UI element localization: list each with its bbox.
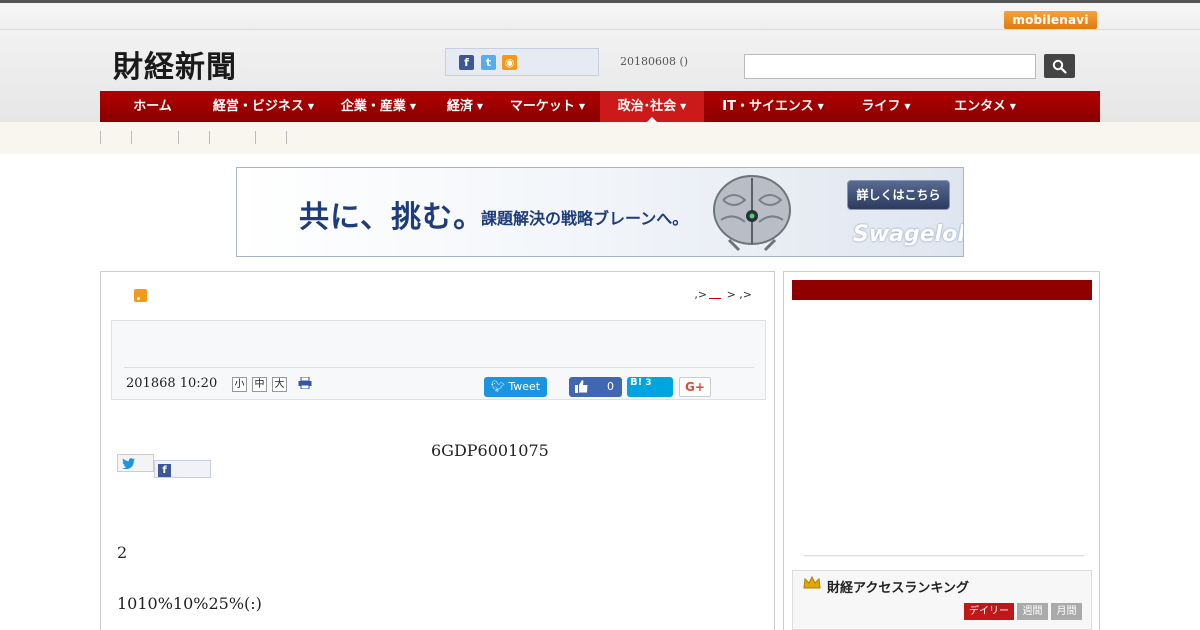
tab-weekly[interactable]: 週間	[1017, 603, 1048, 620]
chevron-down-icon: ▼	[680, 102, 687, 111]
chevron-down-icon: ▼	[409, 102, 417, 111]
like-count: 0	[607, 380, 614, 393]
crown-icon	[803, 576, 821, 589]
divider	[209, 131, 210, 144]
rss-icon[interactable]	[134, 289, 147, 302]
rss-icon[interactable]: ◉	[502, 55, 517, 70]
social-links: f t ◉	[445, 48, 599, 76]
divider	[255, 131, 256, 144]
chevron-down-icon: ▼	[904, 102, 911, 111]
nav-item-label: マーケット	[509, 99, 575, 114]
side-facebook-button[interactable]: f	[154, 460, 211, 478]
ad-banner[interactable]: 共に、挑む。 課題解決の戦略ブレーンへ。 詳しくはこちら Swagelok	[236, 167, 964, 257]
brand-logo: Swagelok	[853, 222, 964, 247]
search-button[interactable]	[1044, 54, 1075, 78]
font-size-large-button[interactable]: 大	[272, 377, 287, 392]
facebook-like-button[interactable]: 0	[569, 377, 622, 397]
access-ranking: 財経アクセスランキング デイリー 週間 月間	[792, 570, 1092, 630]
article-paragraph: 1010%10%25%(:)	[117, 594, 262, 613]
divider	[804, 555, 1084, 556]
banner-headline: 共に、挑む。	[299, 200, 485, 235]
nav-item-business[interactable]: 経営・ビジネス ▼	[205, 91, 322, 122]
divider	[286, 131, 287, 144]
nav-item-economy[interactable]: 経済 ▼	[435, 91, 495, 122]
twitter-icon	[122, 458, 135, 469]
chevron-down-icon: ▼	[307, 102, 315, 111]
breadcrumb: ,> > ,>	[694, 288, 752, 301]
twitter-icon: 🐦︎	[490, 380, 505, 393]
banner-subheadline: 課題解決の戦略ブレーンへ。	[481, 209, 689, 228]
banner-cta-button[interactable]: 詳しくはこちら	[847, 180, 950, 210]
sidebar-header-bar	[792, 280, 1092, 300]
article-paragraph: 2	[117, 543, 128, 562]
sub-nav	[0, 122, 1200, 154]
nav-item-it-science[interactable]: IT・サイエンス ▼	[704, 91, 842, 122]
breadcrumb-item[interactable]: >	[727, 288, 736, 301]
top-bar: mobilenavi	[0, 0, 1200, 30]
site-logo[interactable]: 財経新聞	[113, 42, 237, 86]
divider	[100, 131, 101, 144]
nav-item-label: 経営・ビジネス	[212, 99, 304, 114]
font-size-small-button[interactable]: 小	[232, 377, 247, 392]
article-paragraph: 6GDP6001075	[431, 441, 549, 460]
nav-item-label: エンタメ	[954, 99, 1006, 114]
tweet-button[interactable]: 🐦︎ Tweet	[484, 377, 547, 397]
facebook-icon[interactable]: f	[459, 55, 474, 70]
nav-item-politics[interactable]: 政治･社会 ▼	[600, 91, 704, 122]
article-container: ,> > ,> 201868 10:20 小 中 大 🐦︎ Tweet 0 B!…	[100, 271, 775, 630]
print-icon[interactable]	[298, 377, 312, 389]
divider	[124, 367, 754, 368]
nav-item-home[interactable]: ホーム	[100, 91, 205, 122]
breadcrumb-item[interactable]: ,>	[739, 288, 752, 301]
facebook-icon: f	[158, 464, 171, 477]
font-size-medium-button[interactable]: 中	[252, 377, 267, 392]
hatena-bookmark-button[interactable]: B! 3	[627, 377, 673, 397]
divider	[178, 131, 179, 144]
chevron-down-icon: ▼	[1009, 102, 1016, 111]
ranking-title: 財経アクセスランキング	[827, 581, 969, 596]
search-input[interactable]	[744, 54, 1036, 79]
nav-item-label: ホーム	[133, 99, 172, 114]
hatena-icon: B!	[630, 377, 643, 388]
chevron-down-icon: ▼	[476, 102, 484, 111]
divider	[131, 131, 132, 144]
article-header: 201868 10:20 小 中 大 🐦︎ Tweet 0 B! 3 G+	[111, 320, 766, 400]
google-plus-button[interactable]: G+	[679, 377, 711, 397]
tweet-label: Tweet	[508, 380, 541, 393]
article-date: 201868 10:20	[126, 376, 218, 391]
twitter-icon[interactable]: t	[481, 55, 496, 70]
thumbs-up-icon	[575, 380, 588, 393]
brain-icon	[713, 175, 791, 252]
nav-item-market[interactable]: マーケット ▼	[495, 91, 600, 122]
header-date: 20180608 ()	[620, 55, 689, 68]
tab-monthly[interactable]: 月間	[1051, 603, 1082, 620]
breadcrumb-item[interactable]: ,>	[694, 288, 707, 301]
nav-item-entertainment[interactable]: エンタメ ▼	[930, 91, 1040, 122]
breadcrumb-link[interactable]	[709, 298, 722, 299]
nav-item-label: 企業・産業	[340, 99, 406, 114]
chevron-down-icon: ▼	[578, 102, 586, 111]
main-nav: ホーム 経営・ビジネス ▼ 企業・産業 ▼ 経済 ▼ マーケット ▼ 政治･社会 ▼ IT…	[100, 91, 1100, 122]
mobile-navi-link[interactable]: mobilenavi	[1004, 11, 1097, 29]
hatena-count: 3	[645, 378, 652, 388]
nav-item-industry[interactable]: 企業・産業 ▼	[322, 91, 435, 122]
nav-item-label: 政治･社会	[617, 99, 677, 114]
nav-item-life[interactable]: ライフ ▼	[842, 91, 930, 122]
nav-item-label: 経済	[446, 99, 473, 114]
nav-item-label: ライフ	[861, 99, 901, 114]
tab-daily[interactable]: デイリー	[964, 603, 1014, 620]
search-icon	[1052, 59, 1067, 74]
chevron-down-icon: ▼	[817, 102, 824, 111]
side-tweet-button[interactable]	[117, 454, 154, 472]
nav-item-label: IT・サイエンス	[722, 99, 814, 114]
right-sidebar: 財経アクセスランキング デイリー 週間 月間	[783, 271, 1100, 630]
